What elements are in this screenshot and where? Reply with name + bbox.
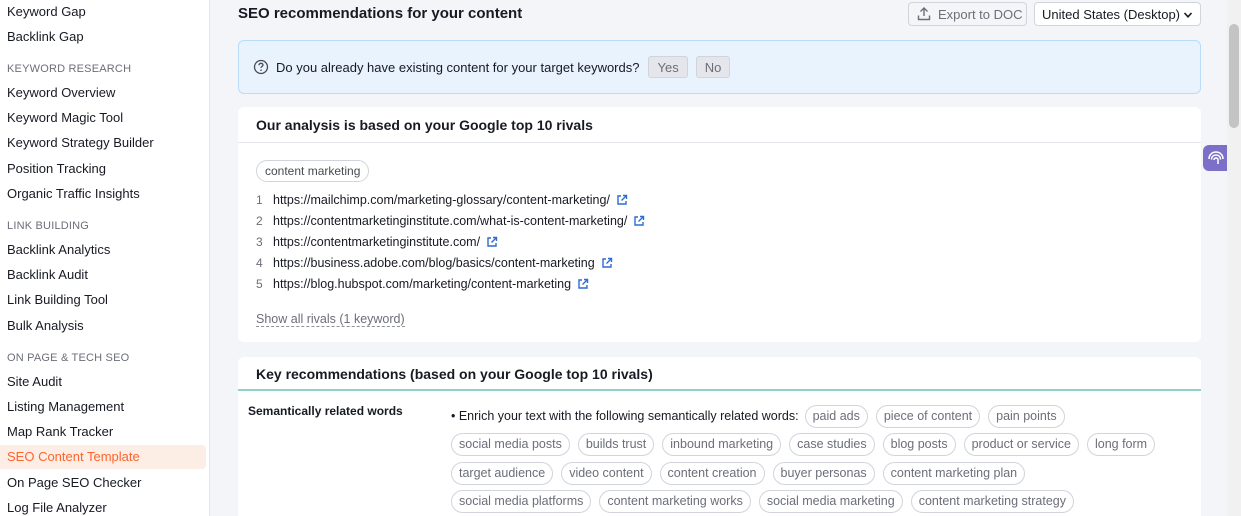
assistant-widget-button[interactable]: [1203, 145, 1229, 171]
sidebar-item-log-file-analyzer[interactable]: Log File Analyzer: [7, 500, 107, 515]
export-button-label: Export to DOC: [938, 6, 1023, 22]
semantic-tag[interactable]: paid ads: [804, 404, 868, 428]
semantic-tag[interactable]: video content: [561, 461, 652, 485]
sidebar-item-keyword-overview[interactable]: Keyword Overview: [7, 85, 115, 100]
rival-item: 5 https://blog.hubspot.com/marketing/con…: [256, 277, 589, 291]
rival-rank: 3: [256, 235, 263, 249]
sidebar-item-backlink-analytics[interactable]: Backlink Analytics: [7, 242, 110, 257]
semantic-tag[interactable]: piece of content: [875, 404, 981, 428]
chevron-down-icon: [1183, 12, 1193, 18]
recommendations-card-title: Key recommendations (based on your Googl…: [256, 366, 653, 382]
sidebar-heading-link-building: LINK BUILDING: [7, 220, 90, 232]
rival-item: 1 https://mailchimp.com/marketing-glossa…: [256, 193, 628, 207]
semantic-tag[interactable]: content creation: [659, 461, 765, 485]
sidebar-heading-on-page: ON PAGE & TECH SEO: [7, 352, 130, 364]
scrollbar-thumb[interactable]: [1229, 24, 1239, 128]
tag-row: social media posts builds trust inbound …: [451, 432, 1163, 456]
semantic-tag[interactable]: target audience: [451, 461, 554, 485]
country-device-select[interactable]: United States (Desktop): [1034, 2, 1201, 26]
yes-button[interactable]: Yes: [648, 56, 688, 78]
upload-icon: [917, 7, 931, 21]
rival-url[interactable]: https://business.adobe.com/blog/basics/c…: [273, 256, 595, 270]
sidebar-item-site-audit[interactable]: Site Audit: [7, 374, 62, 389]
rivals-card: Our analysis is based on your Google top…: [238, 107, 1201, 342]
semantic-tag[interactable]: product or service: [963, 432, 1079, 456]
sidebar-item-listing-management[interactable]: Listing Management: [7, 399, 124, 414]
sidebar-item-link-building-tool[interactable]: Link Building Tool: [7, 292, 108, 307]
semantic-tag[interactable]: blog posts: [882, 432, 956, 456]
rival-item: 3 https://contentmarketinginstitute.com/: [256, 235, 498, 249]
rival-rank: 2: [256, 214, 263, 228]
semantic-tag[interactable]: inbound marketing: [662, 432, 782, 456]
semantic-intro-text: • Enrich your text with the following se…: [451, 409, 799, 423]
rival-url[interactable]: https://contentmarketinginstitute.com/wh…: [273, 214, 627, 228]
tag-row: target audience video content content cr…: [451, 461, 1033, 485]
semantic-tag[interactable]: case studies: [789, 432, 875, 456]
tag-row: • Enrich your text with the following se…: [451, 404, 1073, 428]
sidebar-item-position-tracking[interactable]: Position Tracking: [7, 161, 106, 176]
sidebar-item-keyword-gap[interactable]: Keyword Gap: [7, 4, 86, 19]
sidebar-item-on-page-seo-checker[interactable]: On Page SEO Checker: [7, 475, 141, 490]
external-link-icon[interactable]: [577, 278, 589, 290]
external-link-icon[interactable]: [601, 257, 613, 269]
existing-content-question: Do you already have existing content for…: [238, 40, 1201, 94]
semantic-words-label: Semantically related words: [248, 404, 403, 418]
sidebar-item-map-rank-tracker[interactable]: Map Rank Tracker: [7, 424, 113, 439]
country-select-value: United States (Desktop): [1042, 6, 1180, 22]
key-recommendations-card: Key recommendations (based on your Googl…: [238, 357, 1201, 516]
question-text: Do you already have existing content for…: [276, 59, 640, 75]
semantic-tag[interactable]: social media posts: [451, 432, 570, 456]
semantic-tag[interactable]: long form: [1086, 432, 1156, 456]
question-circle-icon: [253, 59, 269, 75]
main-content: SEO recommendations for your content Exp…: [211, 0, 1227, 516]
sidebar-item-bulk-analysis[interactable]: Bulk Analysis: [7, 318, 84, 333]
sidebar: Keyword Gap Backlink Gap KEYWORD RESEARC…: [0, 0, 210, 516]
semantic-tag[interactable]: content marketing strategy: [910, 489, 1074, 513]
external-link-icon[interactable]: [633, 215, 645, 227]
rival-url[interactable]: https://blog.hubspot.com/marketing/conte…: [273, 277, 571, 291]
tag-row: social media platforms content marketing…: [451, 489, 1082, 513]
rival-rank: 4: [256, 256, 263, 270]
sidebar-item-organic-traffic-insights[interactable]: Organic Traffic Insights: [7, 186, 140, 201]
no-button[interactable]: No: [695, 56, 731, 78]
sidebar-item-keyword-strategy-builder[interactable]: Keyword Strategy Builder: [7, 135, 154, 150]
semantic-tag[interactable]: buyer personas: [772, 461, 875, 485]
show-all-rivals-link[interactable]: Show all rivals (1 keyword): [256, 312, 405, 327]
sidebar-heading-keyword-research: KEYWORD RESEARCH: [7, 63, 132, 75]
sidebar-item-seo-content-template[interactable]: SEO Content Template: [0, 445, 206, 469]
export-to-doc-button[interactable]: Export to DOC: [908, 2, 1027, 26]
rival-rank: 1: [256, 193, 263, 207]
rival-url[interactable]: https://contentmarketinginstitute.com/: [273, 235, 480, 249]
semantic-tag[interactable]: content marketing plan: [882, 461, 1026, 485]
external-link-icon[interactable]: [616, 194, 628, 206]
divider: [238, 142, 1201, 143]
sidebar-item-backlink-audit[interactable]: Backlink Audit: [7, 267, 88, 282]
semantic-tag[interactable]: social media marketing: [758, 489, 903, 513]
external-link-icon[interactable]: [486, 236, 498, 248]
rival-url[interactable]: https://mailchimp.com/marketing-glossary…: [273, 193, 610, 207]
rivals-card-title: Our analysis is based on your Google top…: [256, 117, 593, 133]
page-title: SEO recommendations for your content: [238, 5, 523, 22]
sidebar-item-backlink-gap[interactable]: Backlink Gap: [7, 29, 84, 44]
semantic-tag[interactable]: content marketing works: [599, 489, 751, 513]
semantic-tag[interactable]: pain points: [988, 404, 1065, 428]
brain-icon: [1208, 151, 1224, 164]
keyword-chip[interactable]: content marketing: [256, 160, 370, 182]
sidebar-item-keyword-magic-tool[interactable]: Keyword Magic Tool: [7, 110, 123, 125]
divider: [238, 389, 1201, 391]
rival-rank: 5: [256, 277, 263, 291]
semantic-tag[interactable]: social media platforms: [451, 489, 592, 513]
rival-item: 2 https://contentmarketinginstitute.com/…: [256, 214, 645, 228]
rival-item: 4 https://business.adobe.com/blog/basics…: [256, 256, 613, 270]
semantic-tag[interactable]: builds trust: [577, 432, 655, 456]
